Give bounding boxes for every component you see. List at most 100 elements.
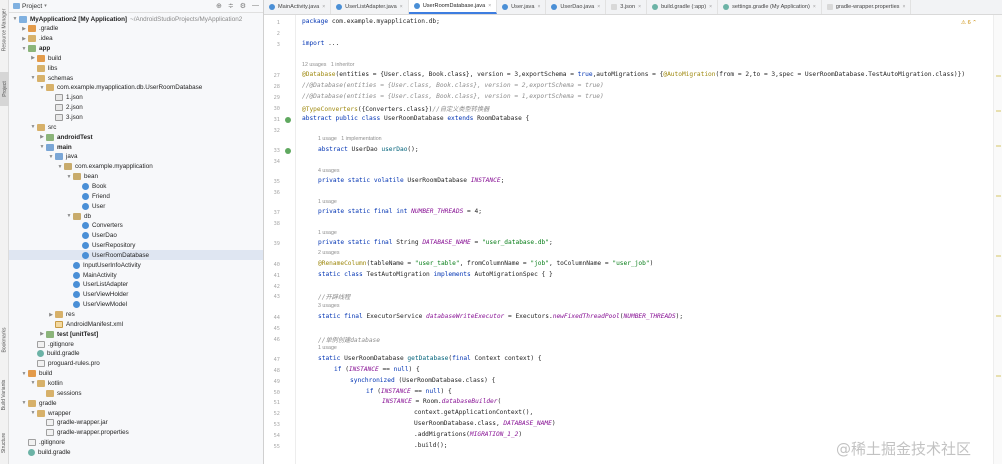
tree-item-userroomdatabase[interactable]: UserRoomDatabase	[9, 250, 263, 261]
tree-item-myapplication2-my-application[interactable]: ▼ MyApplication2 [My Application] ~/Androi…	[9, 14, 263, 24]
tool-tab-resource-manager[interactable]: Resource Manager	[0, 4, 9, 56]
tree-item-gradle-wrapper-properties[interactable]: gradle-wrapper.properties	[9, 428, 263, 438]
tool-tab-project[interactable]: Project	[0, 72, 9, 106]
tree-item-build[interactable]: ▼ build	[9, 369, 263, 379]
chevron-down-icon[interactable]: ▼	[65, 213, 73, 219]
gear-icon[interactable]: ⚙	[240, 2, 246, 10]
usage-hint[interactable]: 2 usages	[318, 250, 340, 256]
tree-item-userviewmodel[interactable]: UserViewModel	[9, 300, 263, 310]
scroll-marker[interactable]	[996, 315, 1001, 317]
usage-hint[interactable]: 4 usages	[318, 168, 340, 174]
tree-item-converters[interactable]: Converters	[9, 221, 263, 231]
usage-hint[interactable]: 1 usage	[318, 345, 337, 351]
tree-item-gitignore[interactable]: .gitignore	[9, 339, 263, 349]
editor-tab-build-gradle-app[interactable]: build.gradle (:app) ×	[647, 0, 719, 14]
close-icon[interactable]: ×	[638, 4, 641, 10]
inspection-warning-badge[interactable]: ⚠ 6 ⌃	[961, 20, 977, 26]
tree-item-gradle[interactable]: ▶ .gradle	[9, 24, 263, 34]
tree-item-bean[interactable]: ▼ bean	[9, 172, 263, 182]
tree-item-userdao[interactable]: UserDao	[9, 231, 263, 241]
tree-item-mainactivity[interactable]: MainActivity	[9, 270, 263, 280]
tree-item-app[interactable]: ▼ app	[9, 44, 263, 54]
chevron-down-icon[interactable]: ▼	[47, 154, 55, 160]
close-icon[interactable]: ×	[537, 4, 540, 10]
implementation-gutter-icon[interactable]	[285, 147, 291, 154]
chevron-down-icon[interactable]: ▼	[65, 174, 73, 180]
tree-item-inputuserinfoactivity[interactable]: InputUserInfoActivity	[9, 260, 263, 270]
code-editor[interactable]: package com.example.myapplication.db; imp…	[302, 15, 992, 464]
tree-item-test-unittest[interactable]: ▶ test [unitTest]	[9, 329, 263, 339]
editor-tab-user-java[interactable]: User.java ×	[497, 0, 547, 14]
tree-item-friend[interactable]: Friend	[9, 191, 263, 201]
tree-item-wrapper[interactable]: ▼ wrapper	[9, 408, 263, 418]
tree-item-gradle-wrapper-jar[interactable]: gradle-wrapper.jar	[9, 418, 263, 428]
tool-tab-bookmarks[interactable]: Bookmarks	[0, 320, 9, 360]
tree-item-userviewholder[interactable]: UserViewHolder	[9, 290, 263, 300]
close-icon[interactable]: ×	[488, 3, 491, 9]
scroll-marker[interactable]	[996, 195, 1001, 197]
chevron-down-icon[interactable]: ▼	[29, 124, 37, 130]
tree-item-db[interactable]: ▼ db	[9, 211, 263, 221]
editor-tab-gradle-wrapper-properties[interactable]: gradle-wrapper.properties ×	[822, 0, 912, 14]
editor-scroll-markers[interactable]	[993, 15, 1002, 464]
close-icon[interactable]: ×	[709, 4, 712, 10]
tree-item-androidtest[interactable]: ▶ androidTest	[9, 132, 263, 142]
tree-item-androidmanifest-xml[interactable]: AndroidManifest.xml	[9, 319, 263, 329]
tree-item-3-json[interactable]: 3.json	[9, 113, 263, 123]
chevron-down-icon[interactable]: ▼	[29, 410, 37, 416]
close-icon[interactable]: ×	[813, 4, 816, 10]
tree-item-build-gradle[interactable]: build.gradle	[9, 349, 263, 359]
collapse-all-icon[interactable]: ≑	[228, 2, 234, 10]
tree-item-book[interactable]: Book	[9, 181, 263, 191]
tree-item-build-gradle[interactable]: build.gradle	[9, 447, 263, 457]
scroll-marker[interactable]	[996, 255, 1001, 257]
chevron-down-icon[interactable]: ▼	[20, 371, 28, 377]
chevron-down-icon[interactable]: ▼	[11, 16, 19, 22]
implementation-gutter-icon[interactable]	[285, 116, 291, 123]
tree-item-proguard-rules-pro[interactable]: proguard-rules.pro	[9, 359, 263, 369]
tree-item-build[interactable]: ▶ build	[9, 53, 263, 63]
tree-item-sessions[interactable]: sessions	[9, 388, 263, 398]
usage-hint[interactable]: 1 usage 1 implementation	[318, 136, 382, 142]
close-icon[interactable]: ×	[902, 4, 905, 10]
tree-item-1-json[interactable]: 1.json	[9, 93, 263, 103]
usage-hint[interactable]: 1 usage	[318, 199, 337, 205]
editor-tab-settings-gradle-my-application[interactable]: settings.gradle (My Application) ×	[718, 0, 822, 14]
tree-item-gradle[interactable]: ▼ gradle	[9, 398, 263, 408]
locate-icon[interactable]: ⊕	[216, 2, 222, 10]
tree-item-userrepository[interactable]: UserRepository	[9, 241, 263, 251]
tree-item-com-example-myapplication[interactable]: ▼ com.example.myapplication	[9, 162, 263, 172]
tree-item-main[interactable]: ▼ main	[9, 142, 263, 152]
scroll-marker[interactable]	[996, 375, 1001, 377]
chevron-right-icon[interactable]: ▶	[47, 312, 55, 318]
tree-item-schemas[interactable]: ▼ schemas	[9, 73, 263, 83]
editor-tab-userdao-java[interactable]: UserDao.java ×	[546, 0, 607, 14]
chevron-down-icon[interactable]: ▼	[56, 164, 64, 170]
usage-hint[interactable]: 3 usages	[318, 303, 340, 309]
chevron-right-icon[interactable]: ▶	[20, 26, 28, 32]
chevron-down-icon[interactable]: ▼	[29, 75, 37, 81]
project-view-selector[interactable]: Project ▾	[13, 3, 47, 10]
close-icon[interactable]: ×	[322, 4, 325, 10]
hide-icon[interactable]: —	[252, 2, 259, 10]
chevron-right-icon[interactable]: ▶	[20, 36, 28, 42]
usage-hint[interactable]: 1 usage	[318, 230, 337, 236]
tree-item-2-json[interactable]: 2.json	[9, 103, 263, 113]
chevron-right-icon[interactable]: ▶	[38, 331, 46, 337]
close-icon[interactable]: ×	[400, 4, 403, 10]
tree-item-user[interactable]: User	[9, 201, 263, 211]
chevron-right-icon[interactable]: ▶	[29, 55, 37, 61]
editor-tab-userlistadapter-java[interactable]: UserListAdapter.java ×	[331, 0, 409, 14]
chevron-down-icon[interactable]: ▼	[20, 400, 28, 406]
chevron-right-icon[interactable]: ▶	[38, 134, 46, 140]
scroll-marker[interactable]	[996, 110, 1001, 112]
tree-item-libs[interactable]: libs	[9, 63, 263, 73]
scroll-marker[interactable]	[996, 75, 1001, 77]
tree-item-userlistadapter[interactable]: UserListAdapter	[9, 280, 263, 290]
chevron-down-icon[interactable]: ▼	[38, 144, 46, 150]
tree-item-kotlin[interactable]: ▼ kotlin	[9, 378, 263, 388]
usage-hint[interactable]: 12 usages 1 inheritor	[302, 62, 354, 68]
tree-item-res[interactable]: ▶ res	[9, 310, 263, 320]
tree-item-com-example-myapplication-db-userroomdatabase[interactable]: ▼ com.example.myapplication.db.UserRoomDa…	[9, 83, 263, 93]
editor-tab-mainactivity-java[interactable]: MainActivity.java ×	[264, 0, 332, 14]
